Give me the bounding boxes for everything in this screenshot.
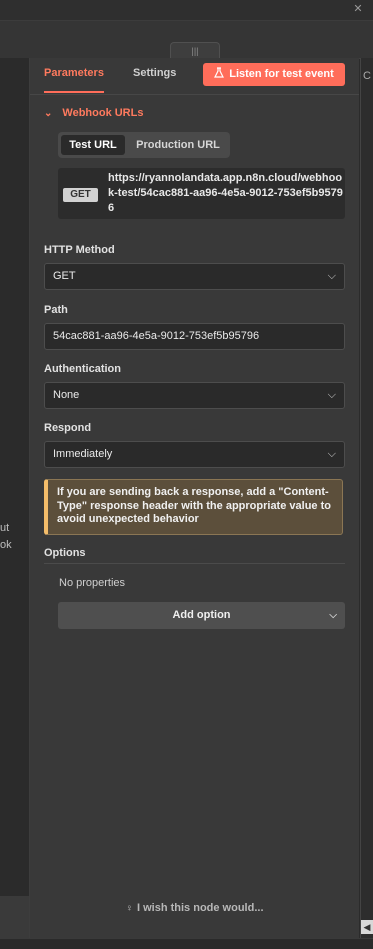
no-properties-text: No properties	[59, 577, 126, 589]
output-panel-icon: C	[363, 70, 371, 82]
path-value: 54cac881-aa96-4e5a-9012-753ef5b95796	[53, 330, 260, 342]
output-panel: C ◀	[360, 58, 373, 938]
method-badge: GET	[63, 188, 98, 202]
listen-button-label: Listen for test event	[229, 68, 334, 80]
lightbulb-icon: ♀	[125, 903, 134, 914]
production-url-option[interactable]: Production URL	[128, 135, 228, 155]
input-panel: ut ok	[0, 58, 30, 938]
node-parameters-panel: Parameters Settings Listen for test even…	[30, 58, 359, 938]
respond-value: Immediately	[53, 448, 113, 460]
path-input[interactable]: 54cac881-aa96-4e5a-9012-753ef5b95796	[44, 323, 345, 350]
authentication-value: None	[53, 389, 80, 401]
tab-parameters[interactable]: Parameters	[44, 67, 104, 79]
chevron-down-icon: ⌵	[327, 389, 336, 401]
notice-text: If you are sending back a response, add …	[57, 486, 331, 525]
input-panel-line-2: ok	[0, 539, 12, 551]
path-label: Path	[44, 304, 68, 316]
chevron-down-icon: ⌵	[327, 448, 336, 460]
drag-handle[interactable]: |||	[170, 42, 220, 59]
authentication-label: Authentication	[44, 363, 121, 375]
respond-select[interactable]: Immediately ⌵	[44, 441, 345, 468]
options-divider	[44, 563, 345, 564]
options-label: Options	[44, 547, 86, 559]
top-bar: ✕	[0, 0, 373, 20]
http-method-select[interactable]: GET ⌵	[44, 263, 345, 290]
url-type-toggle: Test URL Production URL	[58, 132, 230, 158]
feedback-link[interactable]: ♀ I wish this node would...	[30, 902, 359, 914]
tab-active-indicator	[44, 91, 104, 93]
chevron-down-icon: ⌵	[329, 610, 337, 621]
collapse-arrow-icon[interactable]: ◀	[361, 920, 373, 934]
webhook-url[interactable]: https://ryannolandata.app.n8n.cloud/webh…	[108, 171, 343, 216]
close-icon[interactable]: ✕	[351, 2, 365, 16]
http-method-label: HTTP Method	[44, 244, 115, 256]
feedback-text: I wish this node would...	[137, 902, 264, 914]
add-option-label: Add option	[172, 609, 231, 621]
chevron-down-icon: ⌵	[327, 270, 336, 282]
respond-label: Respond	[44, 422, 92, 434]
authentication-select[interactable]: None ⌵	[44, 382, 345, 409]
flask-icon	[214, 67, 225, 78]
webhook-urls-toggle[interactable]: ⌄ Webhook URLs	[44, 107, 143, 119]
tab-bar: Parameters Settings Listen for test even…	[30, 58, 359, 95]
add-option-button[interactable]: Add option ⌵	[58, 602, 345, 629]
input-panel-text: ut ok	[0, 520, 12, 554]
test-url-option[interactable]: Test URL	[61, 135, 125, 155]
http-method-value: GET	[53, 270, 76, 282]
webhook-url-box[interactable]: GET https://ryannolandata.app.n8n.cloud/…	[58, 168, 345, 219]
input-panel-line-1: ut	[0, 522, 10, 534]
tab-settings[interactable]: Settings	[133, 67, 176, 79]
listen-for-test-event-button[interactable]: Listen for test event	[203, 63, 345, 86]
chevron-down-icon: ⌄	[44, 108, 53, 119]
input-panel-footer	[0, 896, 29, 938]
response-header-notice: If you are sending back a response, add …	[44, 479, 343, 535]
bottom-bar	[0, 938, 373, 949]
webhook-urls-header: Webhook URLs	[62, 107, 144, 119]
